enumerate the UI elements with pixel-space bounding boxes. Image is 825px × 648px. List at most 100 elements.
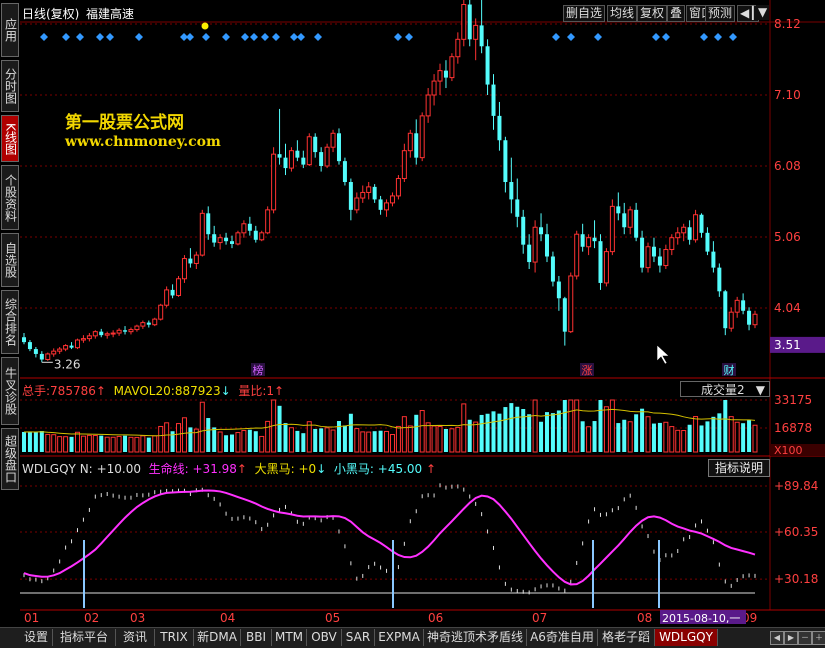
candle-body <box>271 153 277 211</box>
small-horse-value: +45.00 <box>377 462 423 476</box>
volume-bar <box>509 403 514 452</box>
volume-bar <box>235 432 241 453</box>
volume-bar <box>324 427 330 453</box>
volume-bar <box>259 435 265 453</box>
volume-bar <box>164 422 170 453</box>
bottom-tab-5[interactable]: BBI <box>241 629 272 646</box>
candle-body <box>663 249 669 267</box>
left-tab-7[interactable]: 超级盘口 <box>1 428 19 490</box>
bottom-tab-11[interactable]: A6奇准自用 <box>527 629 598 646</box>
toolbar-button-1[interactable]: 均线 <box>607 5 638 22</box>
cai-marker: 财 <box>724 363 735 377</box>
candle-body <box>747 310 752 325</box>
toolbar-button-5[interactable]: 预测 <box>705 5 736 22</box>
candle-body <box>230 241 235 244</box>
candle-body <box>33 349 38 354</box>
volume-bar <box>657 422 662 452</box>
chevron-down-icon[interactable]: ▼ <box>756 5 770 20</box>
volume-header: 总手:785786↑ MAVOL20:887923↓ 量比:1↑ <box>22 384 285 398</box>
volume-bar <box>199 401 205 453</box>
volume-bar <box>532 399 538 453</box>
volume-bar <box>69 436 74 452</box>
month-tick-label: 03 <box>130 611 145 625</box>
bottom-tab-2[interactable]: 资讯 <box>116 629 155 646</box>
bottom-tab-13[interactable]: WDLGQY <box>655 629 718 646</box>
candle-body <box>69 345 74 348</box>
candle-body <box>728 311 734 329</box>
candle-body <box>544 234 549 257</box>
volume-bar <box>241 430 247 453</box>
volume-bar <box>33 432 38 452</box>
candle-body <box>86 335 92 340</box>
volume-bar <box>146 437 151 452</box>
up-arrow-icon: ↑ <box>274 384 285 398</box>
candle-body <box>259 232 265 241</box>
candle-body <box>741 300 746 311</box>
candle-body <box>634 209 639 238</box>
candle-body <box>360 191 366 199</box>
month-tick-label: 07 <box>532 611 547 625</box>
candle-body <box>22 337 26 343</box>
bottom-tab-10[interactable]: 神奇逃顶术矛盾线 <box>424 629 527 646</box>
signal-dot-icon <box>201 22 209 30</box>
left-tab-3[interactable]: 个股资料 <box>1 165 19 230</box>
volume-bar <box>580 421 585 452</box>
candle-body <box>99 331 104 336</box>
volume-bar <box>449 428 455 453</box>
volume-bar <box>651 423 656 452</box>
bottom-tab-6[interactable]: MTM <box>272 629 307 646</box>
volume-bar <box>188 427 193 452</box>
volume-bar <box>57 436 63 453</box>
volume-bar <box>301 433 306 452</box>
zhang-marker: 涨 <box>582 364 593 377</box>
candle-body <box>609 205 615 253</box>
left-tab-1[interactable]: 分时图 <box>1 60 19 112</box>
month-tick-label: 02 <box>84 611 99 625</box>
zoom-out-icon[interactable]: － <box>798 631 812 645</box>
volume-bar <box>206 418 211 452</box>
scroll-right-icon[interactable]: ▶ <box>784 631 798 645</box>
left-tab-0[interactable]: 应用 <box>1 3 19 57</box>
bottom-tab-4[interactable]: 新DMA <box>194 629 241 646</box>
volume-bar <box>295 430 300 452</box>
bottom-tab-12[interactable]: 格老子蹈 <box>598 629 655 646</box>
candle-body <box>348 182 353 210</box>
bottom-tab-3[interactable]: TRIX <box>155 629 194 646</box>
current-price-label: 3.51 <box>774 338 801 352</box>
volume-bar <box>479 414 484 452</box>
candle-body <box>395 178 401 197</box>
toolbar-button-0[interactable]: 删自选 <box>563 5 606 22</box>
zoom-in-icon[interactable]: ＋ <box>812 631 825 645</box>
bottom-tab-7[interactable]: OBV <box>307 629 342 646</box>
toolbar-button-3[interactable]: 叠 <box>667 5 686 22</box>
indicator-help-button[interactable]: 指标说明 <box>708 459 770 477</box>
candle-body <box>146 322 151 325</box>
volume-bar <box>711 416 716 452</box>
cursor-date-label: 2015-08-10,一 <box>662 612 740 625</box>
volume-bar <box>306 421 312 453</box>
bottom-tab-8[interactable]: SAR <box>342 629 375 646</box>
candle-body <box>206 213 211 235</box>
volume-indicator-select[interactable]: 成交量2 ▼ <box>680 381 770 397</box>
price-tick-label: 6.08 <box>774 159 801 173</box>
volume-bar <box>437 426 443 453</box>
left-tab-5[interactable]: 综合排名 <box>1 290 19 354</box>
left-tab-2[interactable]: K线图 <box>1 115 19 162</box>
candle-body <box>235 232 241 245</box>
scroll-left-icon[interactable]: ◀ <box>770 631 784 645</box>
candle-body <box>389 195 395 204</box>
bottom-tab-1[interactable]: 指标平台 <box>53 629 116 646</box>
volume-bar <box>419 410 425 453</box>
volume-bar <box>22 431 26 452</box>
candle-body <box>556 281 561 299</box>
kline-chart-area[interactable]: 8.127.106.085.064.043.518.863.26榜涨财33175… <box>20 0 825 630</box>
left-tab-6[interactable]: 牛叉诊股 <box>1 357 19 425</box>
bottom-tab-9[interactable]: EXPMA <box>375 629 424 646</box>
left-tab-4[interactable]: 自选股 <box>1 233 19 287</box>
volume-bar <box>152 435 158 453</box>
candle-body <box>527 244 532 263</box>
bottom-tab-0[interactable]: 设置 <box>20 629 53 646</box>
candle-body <box>372 186 377 200</box>
volume-bar <box>128 436 134 453</box>
toolbar-button-2[interactable]: 复权 <box>637 5 668 22</box>
